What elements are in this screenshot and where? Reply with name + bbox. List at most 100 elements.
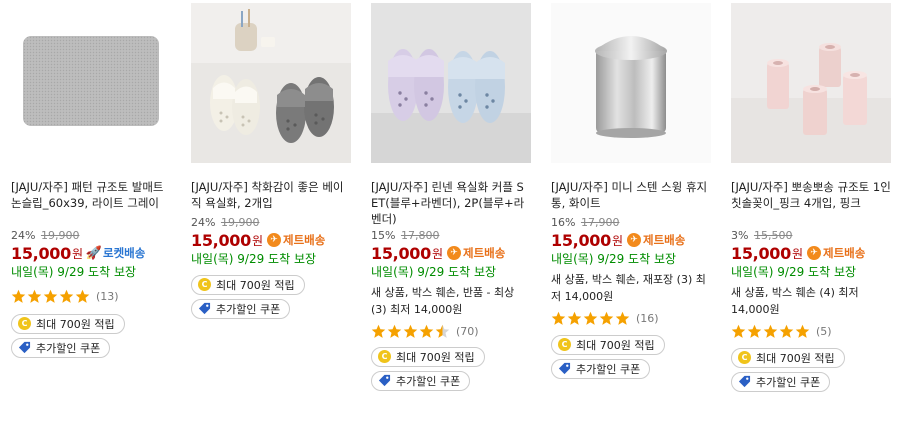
product-card[interactable]: [JAJU/자주] 패턴 규조토 발매트 논슬립_60x39, 라이트 그레이 …: [11, 3, 171, 423]
rating: (70): [371, 321, 536, 341]
product-image-linen-slippers[interactable]: [371, 3, 531, 163]
arrival-guarantee: 내일(목) 9/29 도착 보장: [551, 252, 677, 266]
discount-rate: 24%: [11, 229, 36, 242]
points-coupon-chip[interactable]: C 최대 700원 적립: [11, 313, 125, 334]
discount-line: 24% 19,900: [191, 215, 356, 230]
original-price: 19,900: [40, 229, 80, 242]
badge-label: 제트배송: [283, 233, 326, 247]
sale-price: 15,000: [11, 243, 71, 263]
review-count[interactable]: (70): [456, 325, 479, 338]
review-count[interactable]: (16): [636, 312, 659, 325]
review-count[interactable]: (5): [816, 325, 832, 338]
rating: (5): [731, 321, 896, 341]
star-rating: [371, 324, 451, 339]
product-name[interactable]: [JAJU/자주] 착화감이 좋은 베이직 욕실화, 2개입: [191, 179, 351, 211]
product-card[interactable]: [JAJU/자주] 미니 스텐 스윙 휴지통, 화이트 16% 17,900 1…: [551, 3, 711, 423]
product-name[interactable]: [JAJU/자주] 패턴 규조토 발매트 논슬립_60x39, 라이트 그레이: [11, 179, 171, 211]
star-icon: [551, 311, 566, 325]
star-icon: [763, 324, 778, 338]
star-icon: [419, 324, 434, 338]
points-coupon-chip[interactable]: C 최대 700원 적립: [371, 346, 485, 367]
points-label: 최대 700원 적립: [216, 278, 295, 292]
other-sellers-info[interactable]: 새 상품, 박스 훼손 (4) 최저 14,000원: [731, 284, 891, 318]
star-icon: [731, 324, 746, 338]
discount-line: 3% 15,500: [731, 228, 896, 243]
product-image-trash-can[interactable]: [551, 3, 711, 163]
currency-unit: 원: [611, 233, 623, 248]
discount-line: 16% 17,900: [551, 215, 716, 230]
arrival-guarantee: 내일(목) 9/29 도착 보장: [11, 265, 137, 279]
product-card[interactable]: [JAJU/자주] 뽀송뽀송 규조토 1인 칫솔꽂이_핑크 4개입, 핑크 3%…: [731, 3, 891, 423]
jet-icon: ✈: [627, 233, 641, 247]
coupon-label: 추가할인 쿠폰: [576, 362, 641, 376]
product-card[interactable]: [JAJU/자주] 착화감이 좋은 베이직 욕실화, 2개입 24% 19,90…: [191, 3, 351, 423]
coupon-tag-icon: [378, 374, 391, 387]
currency-unit: 원: [251, 233, 263, 248]
points-label: 최대 700원 적립: [576, 338, 655, 352]
coin-icon: C: [18, 317, 31, 330]
star-rating: [731, 324, 811, 339]
rocket-delivery-badge: 🚀 로켓배송: [85, 245, 145, 261]
coupon-label: 추가할인 쿠폰: [216, 302, 281, 316]
star-icon: [27, 289, 42, 303]
product-name[interactable]: [JAJU/자주] 미니 스텐 스윙 휴지통, 화이트: [551, 179, 711, 211]
points-label: 최대 700원 적립: [396, 350, 475, 364]
star-icon: [567, 311, 582, 325]
points-coupon-chip[interactable]: C 최대 700원 적립: [191, 274, 305, 295]
product-image-bath-mat[interactable]: [11, 3, 171, 163]
product-grid: [JAJU/자주] 패턴 규조토 발매트 논슬립_60x39, 라이트 그레이 …: [0, 0, 899, 427]
coin-icon: C: [378, 350, 391, 363]
currency-unit: 원: [71, 246, 83, 261]
points-coupon-chip[interactable]: C 최대 700원 적립: [551, 334, 665, 355]
review-count[interactable]: (13): [96, 290, 119, 303]
star-icon: [747, 324, 762, 338]
points-label: 최대 700원 적립: [36, 317, 115, 331]
coupon-label: 추가할인 쿠폰: [396, 374, 461, 388]
star-icon: [779, 324, 794, 338]
currency-unit: 원: [431, 246, 443, 261]
coupon-tag-icon: [558, 362, 571, 375]
arrival-guarantee: 내일(목) 9/29 도착 보장: [191, 252, 317, 266]
discount-coupon-chip[interactable]: 추가할인 쿠폰: [371, 370, 471, 391]
currency-unit: 원: [791, 246, 803, 261]
jet-icon: ✈: [447, 246, 461, 260]
discount-line: 15% 17,800: [371, 228, 536, 243]
price-line: 15,000 원 🚀 로켓배송: [11, 243, 176, 263]
price-line: 15,000 원 ✈ 제트배송: [731, 243, 896, 263]
product-image-toothbrush-holder[interactable]: [731, 3, 891, 163]
discount-coupon-chip[interactable]: 추가할인 쿠폰: [551, 358, 651, 379]
discount-coupon-chip[interactable]: 추가할인 쿠폰: [731, 371, 831, 392]
discount-rate: 15%: [371, 229, 396, 242]
star-rating: [11, 289, 91, 304]
other-sellers-info[interactable]: 새 상품, 박스 훼손, 재포장 (3) 최저 14,000원: [551, 271, 711, 305]
jet-icon: ✈: [807, 246, 821, 260]
star-icon: [599, 311, 614, 325]
star-icon: [59, 289, 74, 303]
discount-coupon-chip[interactable]: 추가할인 쿠폰: [191, 298, 291, 319]
product-name[interactable]: [JAJU/자주] 린넨 욕실화 커플 SET(블루+라벤더), 2P(블루+라…: [371, 179, 531, 227]
badge-label: 제트배송: [823, 246, 866, 260]
product-card[interactable]: [JAJU/자주] 린넨 욕실화 커플 SET(블루+라벤더), 2P(블루+라…: [371, 3, 531, 423]
star-icon: [43, 289, 58, 303]
discount-coupon-chip[interactable]: 추가할인 쿠폰: [11, 337, 111, 358]
badge-label: 제트배송: [463, 246, 506, 260]
jet-icon: ✈: [267, 233, 281, 247]
sale-price: 15,000: [371, 243, 431, 263]
other-sellers-info[interactable]: 새 상품, 박스 훼손, 반품 - 최상 (3) 최저 14,000원: [371, 284, 531, 318]
badge-label: 제트배송: [643, 233, 686, 247]
star-icon: [75, 289, 90, 303]
discount-line: 24% 19,900: [11, 228, 176, 243]
star-rating: [551, 311, 631, 326]
rocket-icon: 🚀: [85, 245, 103, 261]
price-line: 15,000 원 ✈ 제트배송: [551, 230, 716, 250]
original-price: 17,800: [400, 229, 440, 242]
rating: (13): [11, 286, 176, 306]
product-image-bath-slippers[interactable]: [191, 3, 351, 163]
jet-delivery-badge: ✈ 제트배송: [447, 245, 505, 261]
star-icon: [371, 324, 386, 338]
star-icon: [615, 311, 630, 325]
arrival-guarantee: 내일(목) 9/29 도착 보장: [731, 265, 857, 279]
product-name[interactable]: [JAJU/자주] 뽀송뽀송 규조토 1인 칫솔꽂이_핑크 4개입, 핑크: [731, 179, 891, 211]
points-coupon-chip[interactable]: C 최대 700원 적립: [731, 347, 845, 368]
star-icon: [795, 324, 810, 338]
